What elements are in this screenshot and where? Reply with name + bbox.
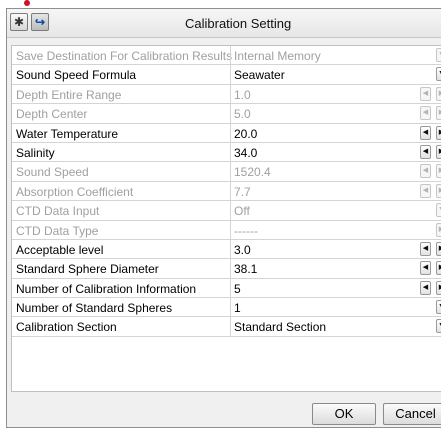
setting-value: 1.0: [234, 87, 251, 102]
gear-icon[interactable]: ✱: [10, 13, 28, 31]
setting-label: Save Destination For Calibration Results: [16, 49, 233, 63]
column-divider: [230, 201, 231, 220]
pointer-marker-dot: [24, 0, 30, 6]
setting-value[interactable]: 3.0: [234, 243, 251, 257]
increment-arrow-icon[interactable]: ▶: [436, 144, 441, 159]
setting-row[interactable]: Number of Calibration Information 5 ◀ ▶: [12, 278, 441, 299]
setting-label: Number of Calibration Information: [16, 281, 197, 296]
setting-value[interactable]: 20.0: [234, 127, 257, 141]
increment-arrow-icon: ▶: [436, 164, 441, 179]
setting-label: Standard Sphere Diameter: [16, 262, 159, 277]
setting-row[interactable]: Standard Sphere Diameter 38.1 ◀ ▶: [12, 259, 441, 279]
column-divider: [230, 46, 231, 65]
setting-label: CTD Data Input: [16, 204, 100, 219]
setting-value: 1520.4: [234, 165, 271, 180]
increment-arrow-icon[interactable]: ▶: [436, 261, 441, 276]
settings-grid: Save Destination For Calibration Results…: [11, 45, 441, 356]
next-arrow-icon: ▶: [436, 222, 441, 237]
decrement-arrow-icon: ◀: [420, 86, 431, 101]
setting-label: Number of Standard Spheres: [16, 301, 173, 316]
setting-row: Depth Entire Range 1.0 ◀ ▶: [12, 84, 441, 105]
column-divider: [230, 239, 231, 259]
column-divider: [230, 298, 231, 317]
setting-value: Internal Memory: [234, 49, 321, 63]
setting-value[interactable]: 34.0: [234, 146, 257, 160]
column-divider: [230, 259, 231, 278]
setting-value[interactable]: 5: [234, 282, 241, 296]
cancel-button[interactable]: Cancel: [383, 403, 441, 425]
setting-value: 5.0: [234, 107, 251, 122]
setting-label: Sound Speed: [16, 165, 89, 180]
dropdown-arrow-icon[interactable]: ▼: [436, 300, 441, 315]
increment-arrow-icon[interactable]: ▶: [436, 125, 441, 140]
setting-row[interactable]: Number of Standard Spheres 1 ▼: [12, 298, 441, 318]
setting-label: Calibration Section: [16, 320, 117, 335]
dropdown-arrow-icon[interactable]: ▼: [436, 319, 441, 334]
setting-value[interactable]: 38.1: [234, 262, 257, 276]
setting-row[interactable]: Sound Speed Formula Seawater ▼: [12, 65, 441, 85]
setting-row[interactable]: Water Temperature 20.0 ◀ ▶: [12, 123, 441, 143]
setting-label: Salinity: [16, 145, 55, 160]
ok-button[interactable]: OK: [312, 403, 376, 425]
setting-label: CTD Data Type: [16, 223, 99, 238]
column-divider: [230, 220, 231, 239]
title-bar: ✱ ↪ Calibration Setting: [7, 9, 441, 38]
decrement-arrow-icon[interactable]: ◀: [420, 241, 431, 256]
column-divider: [230, 142, 231, 162]
column-divider: [230, 278, 231, 298]
dialog-title: Calibration Setting: [185, 16, 292, 31]
setting-value: 7.7: [234, 184, 251, 199]
setting-row[interactable]: Acceptable level 3.0 ◀ ▶: [12, 239, 441, 260]
setting-value[interactable]: Standard Section: [234, 320, 326, 334]
column-divider: [230, 65, 231, 84]
dropdown-arrow-icon: ▼: [436, 48, 441, 62]
setting-row: Sound Speed 1520.4 ◀ ▶: [12, 162, 441, 182]
setting-label: Depth Entire Range: [16, 87, 122, 102]
dropdown-arrow-icon[interactable]: ▼: [436, 67, 441, 82]
exit-arrow-icon[interactable]: ↪: [31, 13, 49, 31]
column-divider: [230, 84, 231, 104]
decrement-arrow-icon[interactable]: ◀: [420, 144, 431, 159]
column-divider: [230, 317, 231, 336]
column-divider: [230, 104, 231, 123]
decrement-arrow-icon[interactable]: ◀: [420, 280, 431, 295]
setting-row: Save Destination For Calibration Results…: [12, 46, 441, 66]
setting-value: Off: [234, 204, 250, 219]
decrement-arrow-icon[interactable]: ◀: [420, 125, 431, 140]
column-divider: [230, 123, 231, 142]
setting-row[interactable]: Calibration Section Standard Section ▼: [12, 317, 441, 337]
setting-label: Absorption Coefficient: [16, 184, 134, 199]
increment-arrow-icon: ▶: [436, 86, 441, 101]
setting-value[interactable]: Seawater: [234, 68, 285, 82]
decrement-arrow-icon[interactable]: ◀: [420, 261, 431, 276]
calibration-setting-dialog: ✱ ↪ Calibration Setting Save Destination…: [6, 8, 441, 428]
dropdown-arrow-icon: ▼: [436, 203, 441, 218]
setting-row[interactable]: Salinity 34.0 ◀ ▶: [12, 142, 441, 163]
column-divider: [230, 181, 231, 201]
setting-label: Acceptable level: [16, 242, 104, 257]
setting-row: Absorption Coefficient 7.7 ◀ ▶: [12, 181, 441, 202]
decrement-arrow-icon: ◀: [420, 164, 431, 179]
setting-row: CTD Data Type ------ ▶: [12, 220, 441, 240]
increment-arrow-icon: ▶: [436, 106, 441, 121]
setting-row: CTD Data Input Off ▼: [12, 201, 441, 221]
setting-value: ------: [234, 223, 258, 238]
setting-label: Depth Center: [16, 107, 88, 122]
setting-label: Sound Speed Formula: [16, 68, 137, 83]
setting-row: Depth Center 5.0 ◀ ▶: [12, 104, 441, 124]
increment-arrow-icon[interactable]: ▶: [436, 241, 441, 256]
setting-value[interactable]: 1: [234, 301, 241, 315]
increment-arrow-icon[interactable]: ▶: [436, 280, 441, 295]
setting-label: Water Temperature: [16, 126, 119, 141]
column-divider: [230, 162, 231, 181]
decrement-arrow-icon: ◀: [420, 183, 431, 198]
decrement-arrow-icon: ◀: [420, 106, 431, 121]
increment-arrow-icon: ▶: [436, 183, 441, 198]
grid-empty-area: [11, 355, 441, 392]
